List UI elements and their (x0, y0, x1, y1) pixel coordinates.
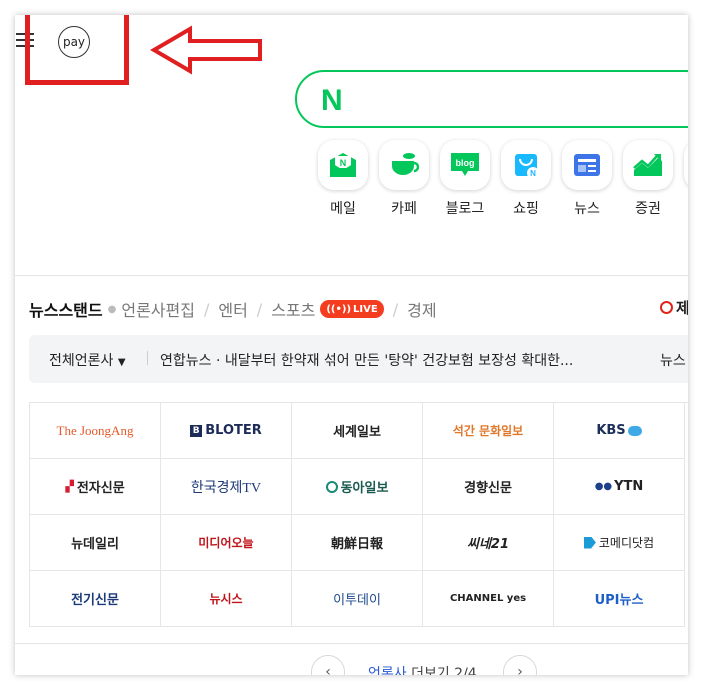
press-upi[interactable]: UPI뉴스 (554, 571, 685, 627)
press-newsis[interactable]: 뉴시스 (161, 571, 292, 627)
press-segye[interactable]: 세계일보 (292, 403, 423, 459)
chevron-right-icon: › (517, 664, 523, 675)
headline-right-link[interactable]: 뉴스 (660, 350, 686, 370)
shopping-icon: N (501, 140, 551, 190)
press-donga[interactable]: 동아일보 (292, 459, 423, 515)
cafe-icon (379, 140, 429, 190)
headline-link[interactable]: 연합뉴스 · 내달부터 한약재 섞어 만든 '탕약' 건강보험 보장성 확대한.… (160, 350, 573, 370)
shortcut-mail[interactable]: N 메일 (315, 140, 371, 218)
more-press-link[interactable]: 언론사 (368, 666, 407, 675)
press-kormedi[interactable]: 코메디닷컴 (554, 515, 685, 571)
press-khan[interactable]: 경향신문 (423, 459, 554, 515)
naver-main-page: pay N N 메일 카페 blog 블로그 N 쇼핑 뉴스 증권 뉴스스탠드 … (15, 15, 688, 675)
tab-separator: / (392, 299, 399, 319)
shortcut-shopping[interactable]: N 쇼핑 (498, 140, 554, 218)
caret-down-icon: ▼ (117, 357, 126, 368)
tab-dot: ● (107, 303, 117, 315)
press-ytn[interactable]: ●● YTN (554, 459, 685, 515)
live-badge: ((•)) LIVE (320, 300, 384, 318)
donga-logo-icon (325, 480, 338, 493)
section-divider (15, 275, 688, 276)
press-channelyes[interactable]: CHANNEL yes (423, 571, 554, 627)
tab-sports[interactable]: 스포츠 (271, 297, 315, 321)
press-mediatoday[interactable]: 미디어오늘 (161, 515, 292, 571)
chevron-left-icon: ‹ (325, 664, 331, 675)
press-munhwa[interactable]: 석간 문화일보 (423, 403, 554, 459)
all-press-dropdown[interactable]: 전체언론사 ▼ (49, 350, 126, 370)
bloter-logo-icon: B (190, 424, 203, 437)
shortcut-cafe[interactable]: 카페 (376, 140, 432, 218)
press-electimes[interactable]: 전기신문 (30, 571, 161, 627)
search-box[interactable] (295, 70, 688, 128)
shortcut-stock[interactable]: 증권 (620, 140, 676, 218)
annotation-arrow-icon (150, 25, 262, 75)
election-icon (660, 301, 673, 314)
kbs-logo-icon (627, 425, 642, 436)
etnews-logo-icon: ▞ (65, 480, 74, 493)
tab-press-edit[interactable]: 언론사편집 (121, 297, 195, 321)
press-joongang[interactable]: The JoongAng (30, 403, 161, 459)
press-grid: The JoongAng B BLOTER 세계일보 석간 문화일보 KBS ▞ 전… (29, 402, 688, 627)
press-chosun[interactable]: 朝鮮日報 (292, 515, 423, 571)
headline-separator (147, 351, 148, 365)
prev-page-button[interactable]: ‹ (311, 655, 345, 675)
press-bloter[interactable]: B BLOTER (161, 403, 292, 459)
svg-text:N: N (340, 158, 347, 168)
tab-separator: / (203, 299, 210, 319)
press-kbs[interactable]: KBS (554, 403, 685, 459)
tab-newsstand[interactable]: 뉴스스탠드 (29, 297, 103, 321)
press-etoday[interactable]: 이투데이 (292, 571, 423, 627)
next-page-button[interactable]: › (503, 655, 537, 675)
shortcut-more[interactable] (681, 140, 688, 190)
shortcut-blog[interactable]: blog 블로그 (437, 140, 493, 218)
news-tabs: 뉴스스탠드 ● 언론사편집 / 엔터 / 스포츠 ((•)) LIVE / 경제 (29, 297, 437, 321)
kormedi-logo-icon (583, 536, 596, 549)
stock-icon (623, 140, 673, 190)
svg-text:blog: blog (456, 158, 475, 168)
shortcut-news[interactable]: 뉴스 (559, 140, 615, 218)
mail-icon: N (318, 140, 368, 190)
tab-enter[interactable]: 엔터 (218, 297, 247, 321)
annotation-red-box (25, 15, 129, 85)
tab-economy[interactable]: 경제 (407, 297, 436, 321)
pager-divider (15, 643, 688, 644)
blog-icon: blog (440, 140, 490, 190)
election-link[interactable]: 제 (660, 297, 688, 318)
broadcast-icon: ((•)) (326, 303, 352, 315)
tab-separator: / (256, 299, 263, 319)
naver-logo[interactable]: N (321, 84, 343, 118)
press-cine21[interactable]: 씨네21 (423, 515, 554, 571)
svg-text:N: N (530, 169, 536, 178)
press-etnews[interactable]: ▞ 전자신문 (30, 459, 161, 515)
press-wowtv[interactable]: 한국경제TV (161, 459, 292, 515)
pager-info: 언론사 더보기 2/4 (368, 663, 477, 675)
press-newdaily[interactable]: 뉴데일리 (30, 515, 161, 571)
news-icon (562, 140, 612, 190)
ytn-logo-icon: ●● (594, 481, 613, 492)
more-icon (684, 140, 688, 190)
